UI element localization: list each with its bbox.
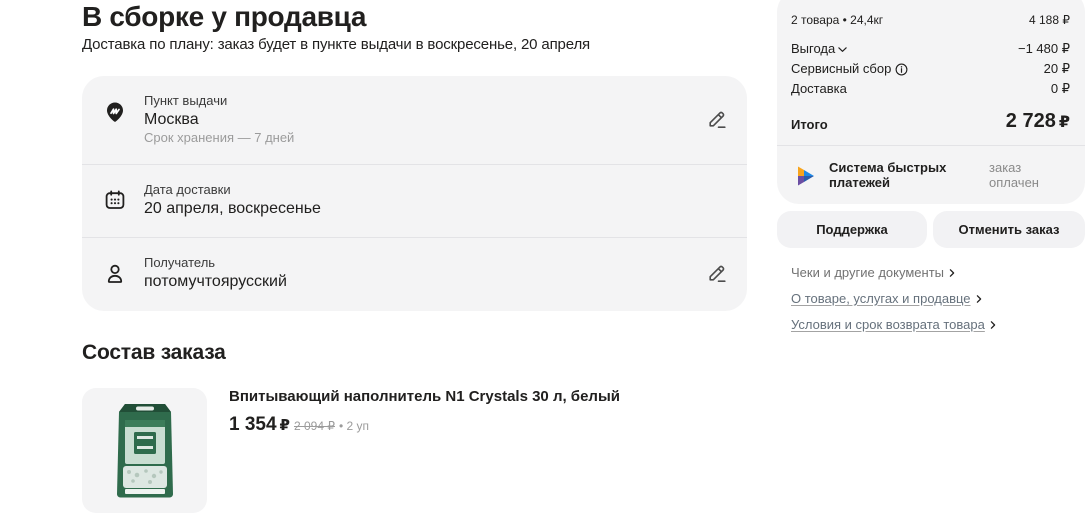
summary-row-discount[interactable]: Выгода −1 480 ₽ [791, 41, 1070, 57]
pickup-point-city: Москва [144, 111, 199, 128]
summary-row-delivery: Доставка 0 ₽ [791, 81, 1070, 97]
summary-total-value: 2 728 [1005, 110, 1056, 132]
summary-total-label: Итого [791, 117, 828, 132]
delivery-plan-subtitle: Доставка по плану: заказ будет в пункте … [82, 36, 591, 53]
cancel-order-button[interactable]: Отменить заказ [933, 211, 1085, 248]
calendar-icon [105, 190, 125, 209]
product-price-currency: ₽ [279, 417, 290, 434]
summary-service-fee-value: 20 ₽ [1043, 61, 1070, 76]
product-name-link[interactable]: Впитывающий наполнитель N1 Crystals 30 л… [229, 387, 620, 407]
return-conditions-link[interactable]: Условия и срок возврата товара [791, 317, 997, 333]
payment-status: заказ оплачен [989, 160, 1039, 190]
product-quantity: • 2 уп [338, 419, 370, 433]
link-label: Чеки и другие документы [791, 265, 944, 280]
summary-row-service-fee: Сервисный сбор 20 ₽ [791, 61, 1070, 77]
delivery-info-card: Пункт выдачи Москва Срок хранения — 7 дн… [82, 76, 747, 311]
summary-service-fee-label: Сервисный сбор [791, 61, 892, 76]
summary-discount-value: −1 480 ₽ [1017, 41, 1070, 56]
delivery-date-row: Дата доставки 20 апреля, воскресенье [82, 165, 747, 237]
pickup-point-icon [107, 102, 123, 122]
summary-total: 2 728 ₽ [1006, 108, 1070, 136]
page-title: В сборке у продавца [82, 1, 367, 32]
link-label: Условия и срок возврата товара [791, 317, 985, 332]
summary-divider [777, 145, 1085, 146]
chevron-down-icon[interactable] [837, 44, 848, 55]
summary-discount-label: Выгода [791, 41, 836, 56]
summary-delivery-value: 0 ₽ [1050, 81, 1070, 96]
receipts-documents-link[interactable]: Чеки и другие документы [791, 265, 956, 281]
person-icon [107, 264, 123, 283]
storage-period-note: Срок хранения — 7 дней [144, 130, 295, 145]
summary-total-currency: ₽ [1058, 114, 1070, 131]
chevron-right-icon [949, 269, 955, 277]
order-summary-card: 2 товара • 24,4кг 4 188 ₽ Выгода −1 480 … [777, 0, 1085, 204]
pencil-icon[interactable] [706, 262, 728, 284]
product-image[interactable] [82, 388, 207, 513]
sbp-logo-icon [798, 166, 814, 186]
pickup-point-label: Пункт выдачи [144, 93, 228, 108]
product-price: 1 354 [229, 414, 277, 435]
summary-row-items: 2 товара • 24,4кг 4 188 ₽ [791, 12, 1070, 28]
recipient-label: Получатель [144, 255, 216, 270]
summary-delivery-label: Доставка [791, 81, 847, 96]
summary-items-value: 4 188 ₽ [1029, 13, 1070, 27]
pickup-point-row: Пункт выдачи Москва Срок хранения — 7 дн… [82, 76, 747, 164]
summary-discount-toggle[interactable]: Выгода [791, 41, 848, 57]
support-button[interactable]: Поддержка [777, 211, 927, 248]
chevron-right-icon [990, 321, 996, 329]
order-contents-title: Состав заказа [82, 341, 226, 364]
delivery-date-label: Дата доставки [144, 182, 231, 197]
link-label: О товаре, услугах и продавце [791, 291, 971, 306]
product-price-row: 1 354 ₽ 2 094 ₽ • 2 уп [229, 413, 369, 437]
recipient-name: потомучтоярусский [144, 273, 287, 290]
chevron-right-icon [976, 295, 981, 303]
payment-method: Система быстрых платежей [829, 160, 947, 190]
delivery-date-value: 20 апреля, воскресенье [144, 200, 321, 217]
cat-litter-bag-icon [117, 404, 173, 498]
recipient-row: Получатель потомучтоярусский [82, 238, 747, 311]
info-icon[interactable] [895, 63, 908, 76]
summary-items-label: 2 товара • 24,4кг [791, 13, 884, 27]
product-seller-info-link[interactable]: О товаре, услугах и продавце [791, 291, 983, 307]
pencil-icon[interactable] [706, 108, 728, 130]
product-old-price: 2 094 ₽ [293, 419, 335, 433]
